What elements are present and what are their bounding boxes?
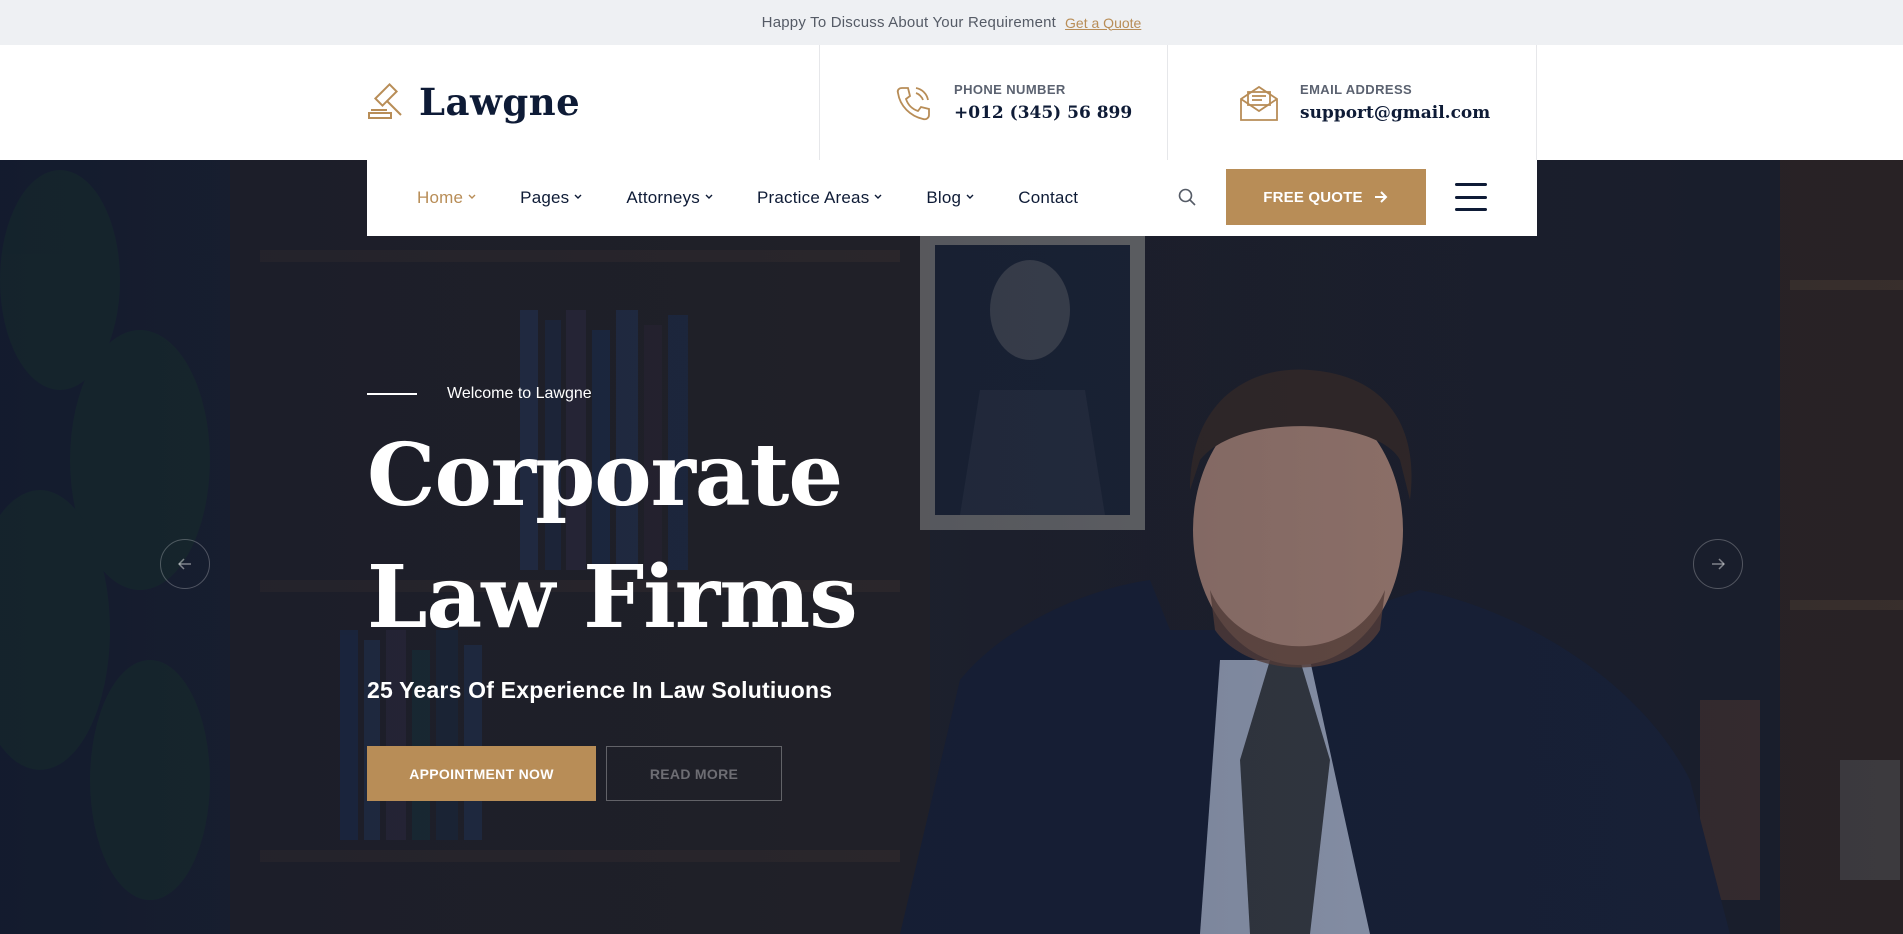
chevron-down-icon — [966, 194, 974, 199]
nav-item-label: Blog — [926, 188, 962, 207]
top-announcement-bar: Happy To Discuss About Your Requirement … — [0, 0, 1903, 45]
nav-item-label: Practice Areas — [756, 188, 870, 207]
welcome-divider — [367, 393, 417, 395]
main-navigation: Home Pages Attorneys Practice Areas Blog… — [367, 160, 1537, 236]
site-logo[interactable]: Lawgne — [367, 80, 580, 124]
arrow-right-icon — [1712, 558, 1726, 570]
phone-icon — [896, 86, 930, 120]
nav-item-practice-areas[interactable]: Practice Areas — [757, 188, 883, 208]
nav-item-label: Attorneys — [626, 188, 700, 207]
nav-item-label: Pages — [520, 188, 570, 207]
email-contact[interactable]: EMAIL ADDRESS support@gmail.com — [1167, 45, 1537, 160]
appointment-now-button[interactable]: APPOINTMENT NOW — [367, 746, 596, 801]
site-header: Lawgne PHONE NUMBER +012 (345) 56 899 EM… — [0, 45, 1903, 160]
hero-welcome: Welcome to Lawgne — [367, 385, 857, 403]
nav-item-label: Contact — [1018, 188, 1079, 207]
read-more-button[interactable]: READ MORE — [606, 746, 782, 801]
nav-item-blog[interactable]: Blog — [926, 188, 975, 208]
brand-name: Lawgne — [419, 80, 581, 124]
hero-overlay — [0, 160, 1903, 934]
nav-item-attorneys[interactable]: Attorneys — [626, 188, 714, 208]
chevron-down-icon — [574, 194, 582, 199]
hero-subtitle: 25 Years Of Experience In Law Solutiuons — [367, 677, 833, 703]
hero-title: Corporate Law Firms — [367, 415, 858, 659]
email-address[interactable]: support@gmail.com — [1300, 103, 1490, 123]
slider-prev-button[interactable] — [160, 539, 210, 589]
phone-label: PHONE NUMBER — [954, 82, 1066, 97]
nav-item-contact[interactable]: Contact — [1018, 188, 1078, 208]
slider-next-button[interactable] — [1693, 539, 1743, 589]
chevron-down-icon — [705, 194, 713, 199]
hero-content: Welcome to Lawgne Corporate Law Firms 25… — [367, 385, 858, 801]
arrow-left-icon — [177, 558, 191, 570]
free-quote-label: FREE QUOTE — [1263, 188, 1363, 206]
welcome-text: Welcome to Lawgne — [447, 385, 592, 402]
get-a-quote-link[interactable]: Get a Quote — [1065, 15, 1141, 31]
nav-item-pages[interactable]: Pages — [520, 188, 583, 208]
phone-contact[interactable]: PHONE NUMBER +012 (345) 56 899 — [819, 45, 1167, 160]
chevron-down-icon — [874, 194, 882, 199]
hero-buttons: APPOINTMENT NOW READ MORE — [367, 746, 857, 801]
hero-slider — [0, 160, 1903, 934]
announcement-text: Happy To Discuss About Your Requirement — [761, 14, 1057, 31]
search-icon[interactable] — [1177, 187, 1197, 207]
free-quote-button[interactable]: FREE QUOTE — [1226, 169, 1426, 225]
phone-number[interactable]: +012 (345) 56 899 — [954, 103, 1132, 123]
gavel-icon — [368, 82, 402, 119]
chevron-down-icon — [468, 194, 476, 199]
hamburger-menu-icon[interactable] — [1455, 183, 1487, 211]
hero-title-line-1: Corporate — [367, 425, 843, 526]
nav-item-label: Home — [417, 188, 464, 207]
arrow-right-icon — [1374, 191, 1388, 203]
envelope-icon — [1240, 85, 1278, 121]
hero-title-line-2: Law Firms — [367, 547, 858, 648]
nav-item-home[interactable]: Home — [417, 188, 477, 208]
email-label: EMAIL ADDRESS — [1300, 82, 1413, 97]
